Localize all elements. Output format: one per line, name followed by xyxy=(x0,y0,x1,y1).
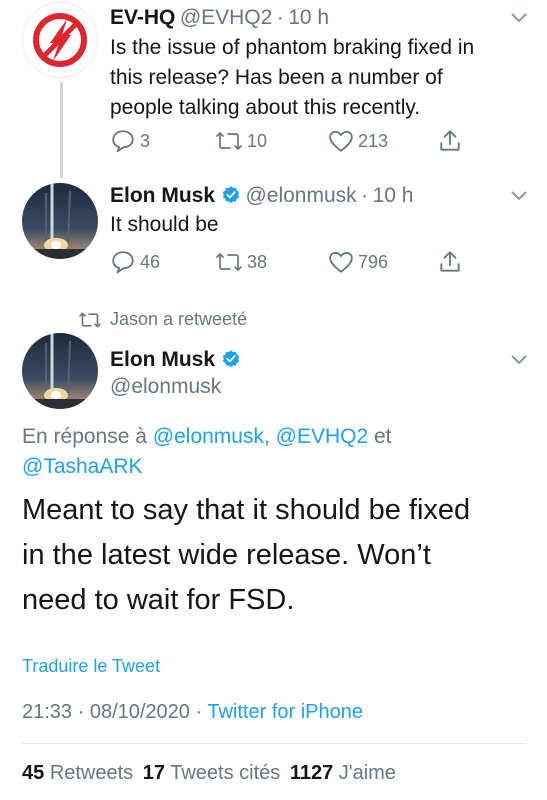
retweet-button[interactable]: 38 xyxy=(215,249,267,275)
verified-badge-icon xyxy=(222,186,240,204)
tweet-text-line: Is the issue of phantom braking fixed in xyxy=(110,36,475,59)
tweet-source-link[interactable]: Twitter for iPhone xyxy=(207,701,363,723)
main-tweet-author: Elon Musk xyxy=(110,348,241,372)
separator: · xyxy=(195,701,203,723)
author-handle[interactable]: @elonmusk xyxy=(245,184,356,207)
main-tweet-text: Meant to say that it should be fixed in … xyxy=(22,488,470,623)
tweet-timestamp: 21:33 · 08/10/2020 xyxy=(22,701,190,723)
separator: · xyxy=(276,6,284,29)
chevron-down-icon[interactable] xyxy=(510,354,528,366)
reply-icon xyxy=(112,130,134,153)
tweet-text-line: people talking about this recently. xyxy=(110,96,421,119)
quotes-count: 17 xyxy=(142,762,165,784)
tweet-header: Elon Musk @elonmusk · 10 h xyxy=(110,184,413,208)
tweet-time[interactable]: 10 h xyxy=(288,6,329,29)
retweet-icon xyxy=(216,132,242,150)
tweet-text-line: need to wait for FSD. xyxy=(22,584,295,616)
retweet-button[interactable]: 10 xyxy=(215,128,267,154)
chevron-down-icon[interactable] xyxy=(510,12,528,24)
like-button[interactable]: 213 xyxy=(328,128,388,154)
retweet-icon xyxy=(216,253,242,271)
author-name[interactable]: EV-HQ xyxy=(110,6,175,29)
rocket-launch-image xyxy=(22,183,98,259)
retweet-icon xyxy=(79,312,101,327)
reply-icon xyxy=(112,251,134,274)
verified-badge-icon xyxy=(222,350,240,368)
tweet-text-line: in the latest wide release. Won’t xyxy=(22,539,431,571)
retweeted-by-label[interactable]: Jason a retweeté xyxy=(110,309,247,330)
evhq-logo-icon xyxy=(33,13,87,67)
reply-button[interactable]: 46 xyxy=(110,249,160,275)
retweets-count: 45 xyxy=(22,762,45,784)
share-icon[interactable] xyxy=(437,128,463,154)
author-handle[interactable]: @elonmusk xyxy=(110,375,221,399)
tweet-timestamp-row: 21:33 · 08/10/2020 · Twitter for iPhone xyxy=(22,701,363,724)
chevron-down-icon[interactable] xyxy=(510,190,528,202)
elon-avatar[interactable] xyxy=(22,333,98,409)
heart-icon xyxy=(329,251,353,273)
reply-prefix: En réponse à xyxy=(22,425,147,448)
like-button[interactable]: 796 xyxy=(328,249,388,275)
like-count: 796 xyxy=(358,251,389,272)
tweet-stats: 45 Retweets 17 Tweets cités 1127 J'aime xyxy=(22,762,396,785)
divider xyxy=(22,743,525,744)
reply-button[interactable]: 3 xyxy=(110,128,150,154)
tweet-text: Is the issue of phantom braking fixed in… xyxy=(110,33,474,123)
retweets-stat[interactable]: 45 Retweets xyxy=(22,762,133,784)
reply-context: En réponse à @elonmusk, @EVHQ2 et @Tasha… xyxy=(22,422,392,482)
share-icon[interactable] xyxy=(437,249,463,275)
heart-icon xyxy=(329,130,353,152)
retweets-label: Retweets xyxy=(49,762,134,784)
author-name[interactable]: Elon Musk xyxy=(110,184,215,207)
reply-count: 3 xyxy=(140,130,151,151)
rocket-launch-image xyxy=(22,333,98,409)
tweet-text-line: this release? Has been a number of xyxy=(110,66,443,89)
tweet-text: It should be xyxy=(110,213,219,236)
likes-count: 1127 xyxy=(289,762,334,784)
retweet-count: 38 xyxy=(247,251,268,272)
tweet-time[interactable]: 10 h xyxy=(373,184,414,207)
reply-and: et xyxy=(374,425,392,448)
retweet-context: Jason a retweeté xyxy=(78,309,247,330)
like-count: 213 xyxy=(358,130,389,151)
thread-line xyxy=(60,82,63,178)
separator: · xyxy=(361,184,369,207)
tweet-header: EV-HQ @EVHQ2 · 10 h xyxy=(110,6,329,30)
reply-count: 46 xyxy=(140,251,161,272)
quotes-label: Tweets cités xyxy=(170,762,281,784)
author-name[interactable]: Elon Musk xyxy=(110,348,215,371)
likes-label: J'aime xyxy=(338,762,396,784)
tweet-text-line: Meant to say that it should be fixed xyxy=(22,494,471,526)
evhq-avatar[interactable] xyxy=(22,2,98,78)
retweet-count: 10 xyxy=(247,130,268,151)
elon-avatar[interactable] xyxy=(22,183,98,259)
mention-link[interactable]: @elonmusk, @EVHQ2 xyxy=(153,425,368,448)
translate-link[interactable]: Traduire le Tweet xyxy=(22,656,160,677)
mention-link[interactable]: @TashaARK xyxy=(22,455,143,478)
likes-stat[interactable]: 1127 J'aime xyxy=(290,762,396,784)
author-handle[interactable]: @EVHQ2 xyxy=(180,6,273,29)
quotes-stat[interactable]: 17 Tweets cités xyxy=(143,762,281,784)
